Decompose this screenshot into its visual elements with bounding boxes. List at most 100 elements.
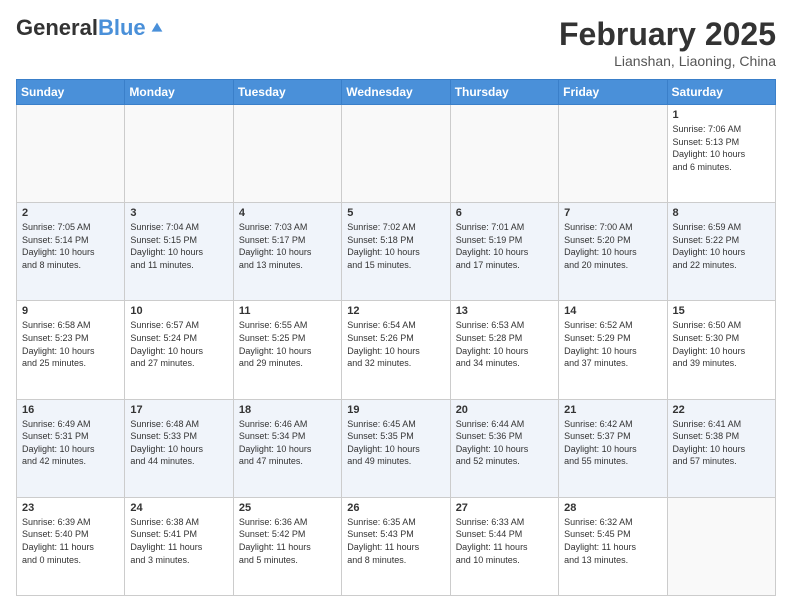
day-info: Sunrise: 7:01 AM Sunset: 5:19 PM Dayligh… <box>456 221 553 271</box>
day-info: Sunrise: 6:49 AM Sunset: 5:31 PM Dayligh… <box>22 418 119 468</box>
day-info: Sunrise: 6:38 AM Sunset: 5:41 PM Dayligh… <box>130 516 227 566</box>
week-row-4: 16 Sunrise: 6:49 AM Sunset: 5:31 PM Dayli… <box>17 399 776 497</box>
weekday-header-thursday: Thursday <box>450 80 558 105</box>
day-number: 6 <box>456 207 553 219</box>
day-number: 1 <box>673 109 770 121</box>
day-info: Sunrise: 6:55 AM Sunset: 5:25 PM Dayligh… <box>239 319 336 369</box>
logo-text: GeneralBlue <box>16 16 146 40</box>
day-number: 22 <box>673 404 770 416</box>
calendar-cell <box>559 105 667 203</box>
day-info: Sunrise: 7:05 AM Sunset: 5:14 PM Dayligh… <box>22 221 119 271</box>
week-row-2: 2 Sunrise: 7:05 AM Sunset: 5:14 PM Daylig… <box>17 203 776 301</box>
calendar-cell <box>17 105 125 203</box>
day-number: 10 <box>130 305 227 317</box>
day-info: Sunrise: 6:46 AM Sunset: 5:34 PM Dayligh… <box>239 418 336 468</box>
day-info: Sunrise: 7:02 AM Sunset: 5:18 PM Dayligh… <box>347 221 444 271</box>
weekday-header-wednesday: Wednesday <box>342 80 450 105</box>
day-number: 5 <box>347 207 444 219</box>
calendar-cell: 21 Sunrise: 6:42 AM Sunset: 5:37 PM Dayli… <box>559 399 667 497</box>
day-info: Sunrise: 6:44 AM Sunset: 5:36 PM Dayligh… <box>456 418 553 468</box>
calendar-cell: 11 Sunrise: 6:55 AM Sunset: 5:25 PM Dayli… <box>233 301 341 399</box>
calendar-cell: 20Sunrise: 6:44 AM Sunset: 5:36 PM Dayli… <box>450 399 558 497</box>
weekday-header-monday: Monday <box>125 80 233 105</box>
calendar-cell: 13 Sunrise: 6:53 AM Sunset: 5:28 PM Dayli… <box>450 301 558 399</box>
location: Lianshan, Liaoning, China <box>559 53 776 69</box>
day-number: 21 <box>564 404 661 416</box>
calendar-cell: 22 Sunrise: 6:41 AM Sunset: 5:38 PM Dayli… <box>667 399 775 497</box>
calendar-cell: 8 Sunrise: 6:59 AM Sunset: 5:22 PM Daylig… <box>667 203 775 301</box>
calendar-cell: 12 Sunrise: 6:54 AM Sunset: 5:26 PM Dayli… <box>342 301 450 399</box>
day-info: Sunrise: 7:06 AM Sunset: 5:13 PM Dayligh… <box>673 123 770 173</box>
day-number: 24 <box>130 502 227 514</box>
day-number: 26 <box>347 502 444 514</box>
day-info: Sunrise: 6:52 AM Sunset: 5:29 PM Dayligh… <box>564 319 661 369</box>
day-number: 15 <box>673 305 770 317</box>
week-row-3: 9Sunrise: 6:58 AM Sunset: 5:23 PM Daylig… <box>17 301 776 399</box>
day-info: Sunrise: 6:50 AM Sunset: 5:30 PM Dayligh… <box>673 319 770 369</box>
day-number: 11 <box>239 305 336 317</box>
weekday-header-sunday: Sunday <box>17 80 125 105</box>
logo: GeneralBlue <box>16 16 166 40</box>
calendar-cell <box>667 497 775 595</box>
day-number: 2 <box>22 207 119 219</box>
day-info: Sunrise: 6:32 AM Sunset: 5:45 PM Dayligh… <box>564 516 661 566</box>
day-info: Sunrise: 6:41 AM Sunset: 5:38 PM Dayligh… <box>673 418 770 468</box>
day-number: 12 <box>347 305 444 317</box>
day-number: 25 <box>239 502 336 514</box>
day-info: Sunrise: 6:42 AM Sunset: 5:37 PM Dayligh… <box>564 418 661 468</box>
calendar-cell: 14 Sunrise: 6:52 AM Sunset: 5:29 PM Dayli… <box>559 301 667 399</box>
calendar-cell <box>233 105 341 203</box>
day-info: Sunrise: 6:35 AM Sunset: 5:43 PM Dayligh… <box>347 516 444 566</box>
calendar-cell: 7Sunrise: 7:00 AM Sunset: 5:20 PM Daylig… <box>559 203 667 301</box>
calendar-cell <box>450 105 558 203</box>
day-number: 9 <box>22 305 119 317</box>
day-info: Sunrise: 7:00 AM Sunset: 5:20 PM Dayligh… <box>564 221 661 271</box>
header: GeneralBlue February 2025 Lianshan, Liao… <box>16 16 776 69</box>
calendar-cell <box>342 105 450 203</box>
day-number: 16 <box>22 404 119 416</box>
calendar-cell: 10 Sunrise: 6:57 AM Sunset: 5:24 PM Dayli… <box>125 301 233 399</box>
day-number: 8 <box>673 207 770 219</box>
week-row-5: 23Sunrise: 6:39 AM Sunset: 5:40 PM Dayli… <box>17 497 776 595</box>
calendar-cell: 24 Sunrise: 6:38 AM Sunset: 5:41 PM Dayli… <box>125 497 233 595</box>
day-info: Sunrise: 6:57 AM Sunset: 5:24 PM Dayligh… <box>130 319 227 369</box>
calendar-table: SundayMondayTuesdayWednesdayThursdayFrid… <box>16 79 776 596</box>
calendar-cell: 17 Sunrise: 6:48 AM Sunset: 5:33 PM Dayli… <box>125 399 233 497</box>
day-info: Sunrise: 6:48 AM Sunset: 5:33 PM Dayligh… <box>130 418 227 468</box>
page: GeneralBlue February 2025 Lianshan, Liao… <box>0 0 792 612</box>
day-info: Sunrise: 6:36 AM Sunset: 5:42 PM Dayligh… <box>239 516 336 566</box>
calendar-cell: 6 Sunrise: 7:01 AM Sunset: 5:19 PM Daylig… <box>450 203 558 301</box>
calendar-cell: 23Sunrise: 6:39 AM Sunset: 5:40 PM Dayli… <box>17 497 125 595</box>
day-number: 4 <box>239 207 336 219</box>
calendar-cell: 5 Sunrise: 7:02 AM Sunset: 5:18 PM Daylig… <box>342 203 450 301</box>
logo-icon <box>148 19 166 37</box>
day-number: 14 <box>564 305 661 317</box>
week-row-1: 1 Sunrise: 7:06 AM Sunset: 5:13 PM Daylig… <box>17 105 776 203</box>
day-info: Sunrise: 6:59 AM Sunset: 5:22 PM Dayligh… <box>673 221 770 271</box>
calendar-cell: 25 Sunrise: 6:36 AM Sunset: 5:42 PM Dayli… <box>233 497 341 595</box>
title-block: February 2025 Lianshan, Liaoning, China <box>559 16 776 69</box>
calendar-cell: 1 Sunrise: 7:06 AM Sunset: 5:13 PM Daylig… <box>667 105 775 203</box>
calendar-cell <box>125 105 233 203</box>
weekday-header-tuesday: Tuesday <box>233 80 341 105</box>
day-number: 28 <box>564 502 661 514</box>
day-number: 27 <box>456 502 553 514</box>
calendar-cell: 9Sunrise: 6:58 AM Sunset: 5:23 PM Daylig… <box>17 301 125 399</box>
day-number: 19 <box>347 404 444 416</box>
calendar-cell: 27Sunrise: 6:33 AM Sunset: 5:44 PM Dayli… <box>450 497 558 595</box>
day-info: Sunrise: 6:53 AM Sunset: 5:28 PM Dayligh… <box>456 319 553 369</box>
weekday-header-row: SundayMondayTuesdayWednesdayThursdayFrid… <box>17 80 776 105</box>
calendar-cell: 3Sunrise: 7:04 AM Sunset: 5:15 PM Daylig… <box>125 203 233 301</box>
day-number: 23 <box>22 502 119 514</box>
day-info: Sunrise: 6:54 AM Sunset: 5:26 PM Dayligh… <box>347 319 444 369</box>
calendar-cell: 28 Sunrise: 6:32 AM Sunset: 5:45 PM Dayli… <box>559 497 667 595</box>
day-number: 17 <box>130 404 227 416</box>
calendar-cell: 2 Sunrise: 7:05 AM Sunset: 5:14 PM Daylig… <box>17 203 125 301</box>
day-number: 13 <box>456 305 553 317</box>
day-number: 3 <box>130 207 227 219</box>
calendar-cell: 15 Sunrise: 6:50 AM Sunset: 5:30 PM Dayli… <box>667 301 775 399</box>
calendar-cell: 4 Sunrise: 7:03 AM Sunset: 5:17 PM Daylig… <box>233 203 341 301</box>
day-info: Sunrise: 7:03 AM Sunset: 5:17 PM Dayligh… <box>239 221 336 271</box>
weekday-header-saturday: Saturday <box>667 80 775 105</box>
month-title: February 2025 <box>559 16 776 53</box>
